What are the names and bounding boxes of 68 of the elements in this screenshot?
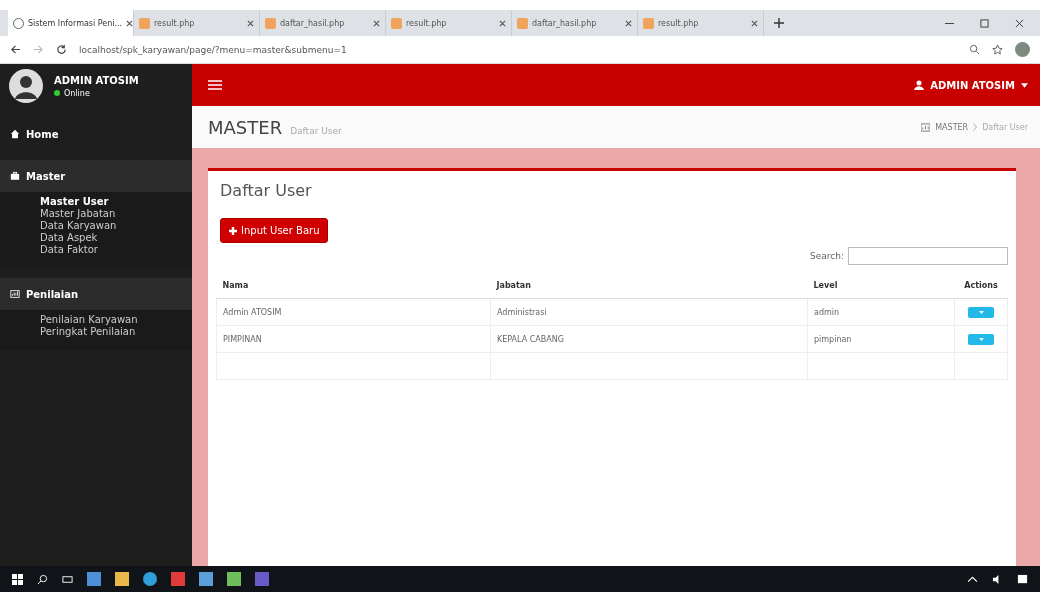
browser-tab[interactable]: Sistem Informasi Peni... (8, 10, 134, 36)
sidebar-item[interactable]: Master Jabatan (40, 208, 192, 220)
back-arrow-icon[interactable] (10, 44, 21, 55)
menu-icon[interactable] (208, 80, 222, 90)
close-icon[interactable] (499, 19, 506, 27)
column-header[interactable]: Jabatan (490, 273, 808, 299)
maximize-icon[interactable] (980, 18, 989, 28)
sidebar-item[interactable]: Peringkat Penilaian (40, 326, 192, 338)
page-icon (265, 17, 276, 29)
chevron-right-icon (973, 123, 978, 131)
sidebar-section[interactable]: Master (0, 160, 192, 192)
page-icon (391, 17, 402, 29)
sidebar-item[interactable]: Data Karyawan (40, 220, 192, 232)
close-icon[interactable] (126, 19, 134, 27)
column-header[interactable]: Actions (954, 273, 1008, 299)
search-icon[interactable] (37, 573, 48, 585)
sidebar-item[interactable]: Penilaian Karyawan (40, 314, 192, 326)
caret-icon (1021, 82, 1028, 88)
chart-icon (10, 289, 20, 299)
profile-avatar[interactable] (1015, 42, 1030, 57)
table-cell: pimpinan (807, 325, 955, 353)
breadcrumb-current: Daftar User (982, 122, 1028, 132)
chevron-up-icon[interactable] (967, 573, 978, 585)
reload-icon[interactable] (56, 44, 67, 55)
caret-icon (978, 337, 984, 341)
sidebar-section[interactable]: Penilaian (0, 278, 192, 310)
close-icon[interactable] (1015, 18, 1024, 28)
briefcase-icon (10, 171, 20, 181)
sidebar-item[interactable]: Data Faktor (40, 244, 192, 256)
user-avatar (8, 68, 44, 104)
address-bar[interactable]: localhost/spk_karyawan/page/?menu=master&submenu=1 (79, 44, 957, 55)
dashboard-icon (921, 122, 931, 132)
task-view-icon[interactable] (62, 573, 73, 585)
table-cell: PIMPINAN (216, 325, 491, 353)
windows-start-icon[interactable] (12, 573, 23, 585)
plus-icon (229, 226, 237, 235)
close-icon[interactable] (373, 19, 380, 27)
add-user-button[interactable]: Input User Baru (220, 218, 329, 243)
table-cell: admin (807, 298, 955, 326)
page-icon (139, 17, 150, 29)
breadcrumb-link[interactable]: MASTER (935, 122, 969, 132)
user-name: ADMIN ATOSIM (54, 74, 139, 86)
table-cell: Administrasi (490, 298, 808, 326)
home-icon (10, 129, 20, 139)
star-icon[interactable] (992, 44, 1003, 55)
sidebar-item[interactable]: Master User (40, 196, 192, 208)
search-label: Search: (810, 251, 844, 261)
person-icon (914, 80, 925, 90)
page-icon (643, 17, 654, 29)
close-icon[interactable] (247, 19, 254, 27)
search-field[interactable] (848, 247, 1008, 265)
user-menu[interactable]: ADMIN ATOSIM (914, 79, 1028, 91)
card-title: Daftar User (219, 180, 313, 202)
new-tab-icon[interactable] (774, 18, 784, 28)
sidebar-item[interactable]: Data Aspek (40, 232, 192, 244)
page-icon (517, 17, 528, 29)
column-header[interactable]: Nama (216, 273, 491, 299)
close-icon[interactable] (625, 19, 632, 27)
close-icon[interactable] (751, 19, 758, 27)
column-header[interactable]: Level (807, 273, 955, 299)
page-subtitle: Daftar User (290, 125, 342, 136)
sidebar-section[interactable]: Home (0, 118, 192, 150)
notification-icon[interactable] (1017, 573, 1028, 585)
caret-icon (978, 310, 984, 314)
table-cell: KEPALA CABANG (490, 325, 808, 353)
online-status: Online (54, 88, 139, 98)
table-cell: Admin ATOSIM (216, 298, 491, 326)
page-title: MASTER (208, 116, 283, 138)
